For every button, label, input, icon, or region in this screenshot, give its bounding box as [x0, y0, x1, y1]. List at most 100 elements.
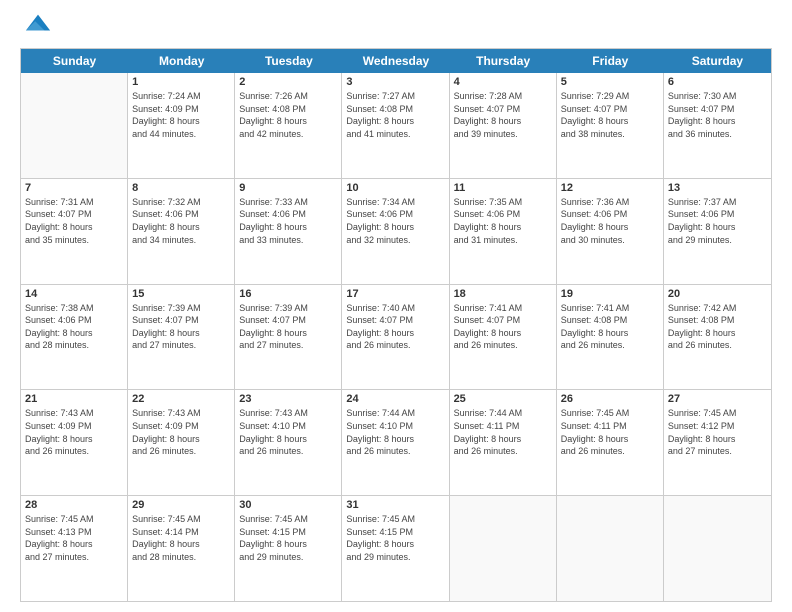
day-number: 8	[132, 182, 230, 194]
day-number: 31	[346, 499, 444, 511]
day-number: 7	[25, 182, 123, 194]
day-number: 21	[25, 393, 123, 405]
calendar-cell: 9 Sunrise: 7:33 AMSunset: 4:06 PMDaylight…	[235, 179, 342, 284]
day-number: 2	[239, 76, 337, 88]
calendar-cell: 21 Sunrise: 7:43 AMSunset: 4:09 PMDayligh…	[21, 390, 128, 495]
day-info: Sunrise: 7:45 AMSunset: 4:13 PMDaylight:…	[25, 513, 123, 563]
day-number: 14	[25, 288, 123, 300]
day-info: Sunrise: 7:45 AMSunset: 4:15 PMDaylight:…	[239, 513, 337, 563]
calendar-cell: 16 Sunrise: 7:39 AMSunset: 4:07 PMDayligh…	[235, 285, 342, 390]
calendar-cell: 4 Sunrise: 7:28 AMSunset: 4:07 PMDaylight…	[450, 73, 557, 178]
day-number: 23	[239, 393, 337, 405]
calendar-cell: 2 Sunrise: 7:26 AMSunset: 4:08 PMDaylight…	[235, 73, 342, 178]
page: SundayMondayTuesdayWednesdayThursdayFrid…	[0, 0, 792, 612]
calendar-row: 28 Sunrise: 7:45 AMSunset: 4:13 PMDayligh…	[21, 496, 771, 601]
day-number: 13	[668, 182, 767, 194]
day-number: 24	[346, 393, 444, 405]
day-number: 25	[454, 393, 552, 405]
header	[20, 18, 772, 38]
day-info: Sunrise: 7:34 AMSunset: 4:06 PMDaylight:…	[346, 196, 444, 246]
calendar-cell: 17 Sunrise: 7:40 AMSunset: 4:07 PMDayligh…	[342, 285, 449, 390]
calendar-cell: 13 Sunrise: 7:37 AMSunset: 4:06 PMDayligh…	[664, 179, 771, 284]
calendar-cell: 1 Sunrise: 7:24 AMSunset: 4:09 PMDaylight…	[128, 73, 235, 178]
day-number: 16	[239, 288, 337, 300]
day-info: Sunrise: 7:45 AMSunset: 4:11 PMDaylight:…	[561, 407, 659, 457]
calendar-cell: 27 Sunrise: 7:45 AMSunset: 4:12 PMDayligh…	[664, 390, 771, 495]
calendar-row: 1 Sunrise: 7:24 AMSunset: 4:09 PMDaylight…	[21, 73, 771, 179]
day-info: Sunrise: 7:24 AMSunset: 4:09 PMDaylight:…	[132, 90, 230, 140]
day-info: Sunrise: 7:38 AMSunset: 4:06 PMDaylight:…	[25, 302, 123, 352]
calendar-cell: 15Sunrise: 7:39 AMSunset: 4:07 PMDayligh…	[128, 285, 235, 390]
day-info: Sunrise: 7:33 AMSunset: 4:06 PMDaylight:…	[239, 196, 337, 246]
day-info: Sunrise: 7:43 AMSunset: 4:10 PMDaylight:…	[239, 407, 337, 457]
calendar-cell: 30 Sunrise: 7:45 AMSunset: 4:15 PMDayligh…	[235, 496, 342, 601]
header-day-saturday: Saturday	[664, 49, 771, 73]
logo-icon	[24, 10, 52, 38]
day-info: Sunrise: 7:43 AMSunset: 4:09 PMDaylight:…	[132, 407, 230, 457]
day-info: Sunrise: 7:29 AMSunset: 4:07 PMDaylight:…	[561, 90, 659, 140]
calendar-cell: 5 Sunrise: 7:29 AMSunset: 4:07 PMDaylight…	[557, 73, 664, 178]
calendar-cell: 12Sunrise: 7:36 AMSunset: 4:06 PMDayligh…	[557, 179, 664, 284]
calendar-cell: 22 Sunrise: 7:43 AMSunset: 4:09 PMDayligh…	[128, 390, 235, 495]
day-info: Sunrise: 7:39 AMSunset: 4:07 PMDaylight:…	[132, 302, 230, 352]
day-info: Sunrise: 7:37 AMSunset: 4:06 PMDaylight:…	[668, 196, 767, 246]
calendar: SundayMondayTuesdayWednesdayThursdayFrid…	[20, 48, 772, 602]
day-number: 20	[668, 288, 767, 300]
day-info: Sunrise: 7:41 AMSunset: 4:08 PMDaylight:…	[561, 302, 659, 352]
day-info: Sunrise: 7:27 AMSunset: 4:08 PMDaylight:…	[346, 90, 444, 140]
day-number: 6	[668, 76, 767, 88]
calendar-cell: 25 Sunrise: 7:44 AMSunset: 4:11 PMDayligh…	[450, 390, 557, 495]
day-number: 22	[132, 393, 230, 405]
header-day-sunday: Sunday	[21, 49, 128, 73]
calendar-cell: 14 Sunrise: 7:38 AMSunset: 4:06 PMDayligh…	[21, 285, 128, 390]
calendar-cell: 6Sunrise: 7:30 AMSunset: 4:07 PMDaylight…	[664, 73, 771, 178]
calendar-cell	[557, 496, 664, 601]
day-number: 30	[239, 499, 337, 511]
day-info: Sunrise: 7:39 AMSunset: 4:07 PMDaylight:…	[239, 302, 337, 352]
day-info: Sunrise: 7:32 AMSunset: 4:06 PMDaylight:…	[132, 196, 230, 246]
day-info: Sunrise: 7:28 AMSunset: 4:07 PMDaylight:…	[454, 90, 552, 140]
day-number: 9	[239, 182, 337, 194]
day-info: Sunrise: 7:26 AMSunset: 4:08 PMDaylight:…	[239, 90, 337, 140]
calendar-cell: 10 Sunrise: 7:34 AMSunset: 4:06 PMDayligh…	[342, 179, 449, 284]
calendar-cell	[21, 73, 128, 178]
calendar-cell: 8 Sunrise: 7:32 AMSunset: 4:06 PMDaylight…	[128, 179, 235, 284]
calendar-cell: 7Sunrise: 7:31 AMSunset: 4:07 PMDaylight…	[21, 179, 128, 284]
day-number: 27	[668, 393, 767, 405]
day-info: Sunrise: 7:45 AMSunset: 4:15 PMDaylight:…	[346, 513, 444, 563]
calendar-cell: 23 Sunrise: 7:43 AMSunset: 4:10 PMDayligh…	[235, 390, 342, 495]
calendar-cell: 3 Sunrise: 7:27 AMSunset: 4:08 PMDaylight…	[342, 73, 449, 178]
calendar-cell: 11Sunrise: 7:35 AMSunset: 4:06 PMDayligh…	[450, 179, 557, 284]
day-number: 18	[454, 288, 552, 300]
day-number: 3	[346, 76, 444, 88]
day-info: Sunrise: 7:44 AMSunset: 4:11 PMDaylight:…	[454, 407, 552, 457]
day-info: Sunrise: 7:44 AMSunset: 4:10 PMDaylight:…	[346, 407, 444, 457]
calendar-row: 7Sunrise: 7:31 AMSunset: 4:07 PMDaylight…	[21, 179, 771, 285]
day-number: 5	[561, 76, 659, 88]
day-info: Sunrise: 7:40 AMSunset: 4:07 PMDaylight:…	[346, 302, 444, 352]
header-day-wednesday: Wednesday	[342, 49, 449, 73]
calendar-cell	[664, 496, 771, 601]
calendar-header: SundayMondayTuesdayWednesdayThursdayFrid…	[21, 49, 771, 73]
day-number: 17	[346, 288, 444, 300]
day-number: 4	[454, 76, 552, 88]
day-info: Sunrise: 7:45 AMSunset: 4:12 PMDaylight:…	[668, 407, 767, 457]
calendar-row: 21 Sunrise: 7:43 AMSunset: 4:09 PMDayligh…	[21, 390, 771, 496]
calendar-row: 14 Sunrise: 7:38 AMSunset: 4:06 PMDayligh…	[21, 285, 771, 391]
calendar-cell: 18Sunrise: 7:41 AMSunset: 4:07 PMDayligh…	[450, 285, 557, 390]
calendar-cell: 19Sunrise: 7:41 AMSunset: 4:08 PMDayligh…	[557, 285, 664, 390]
header-day-friday: Friday	[557, 49, 664, 73]
calendar-cell: 28 Sunrise: 7:45 AMSunset: 4:13 PMDayligh…	[21, 496, 128, 601]
day-number: 10	[346, 182, 444, 194]
day-number: 29	[132, 499, 230, 511]
day-number: 26	[561, 393, 659, 405]
logo	[20, 18, 52, 38]
calendar-body: 1 Sunrise: 7:24 AMSunset: 4:09 PMDaylight…	[21, 73, 771, 601]
day-number: 28	[25, 499, 123, 511]
day-info: Sunrise: 7:45 AMSunset: 4:14 PMDaylight:…	[132, 513, 230, 563]
day-number: 12	[561, 182, 659, 194]
day-number: 1	[132, 76, 230, 88]
calendar-cell: 31 Sunrise: 7:45 AMSunset: 4:15 PMDayligh…	[342, 496, 449, 601]
day-info: Sunrise: 7:43 AMSunset: 4:09 PMDaylight:…	[25, 407, 123, 457]
calendar-cell: 29 Sunrise: 7:45 AMSunset: 4:14 PMDayligh…	[128, 496, 235, 601]
